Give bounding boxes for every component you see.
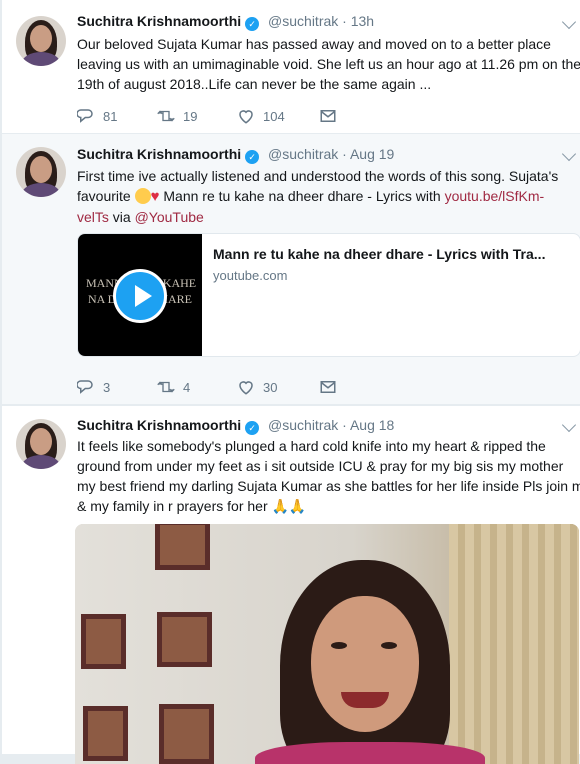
retweet-icon [157, 110, 175, 122]
envelope-icon [320, 381, 336, 393]
smiling-emoji-icon [134, 188, 151, 204]
tweet-header: Suchitra Krishnamoorthi ✓ @suchitrak · 13… [77, 13, 580, 33]
tweet-photo[interactable] [75, 524, 579, 764]
card-domain: youtube.com [213, 268, 288, 283]
timestamp[interactable]: Aug 18 [350, 417, 394, 433]
retweet-button[interactable]: 19 [157, 106, 197, 126]
verified-badge-icon: ✓ [245, 421, 260, 435]
like-count: 30 [263, 379, 278, 395]
author-name[interactable]: Suchitra Krishnamoorthi [77, 417, 241, 433]
author-handle[interactable]: @suchitrak [268, 417, 338, 433]
heart-icon [239, 110, 253, 124]
timestamp[interactable]: 13h [351, 13, 374, 29]
wall-frame [157, 612, 212, 667]
retweet-count: 4 [183, 379, 191, 395]
tweet-actions: 3 4 30 [77, 377, 347, 397]
author-name[interactable]: Suchitra Krishnamoorthi [77, 13, 241, 29]
play-icon[interactable] [113, 269, 167, 323]
avatar[interactable] [16, 16, 66, 66]
red-heart-emoji-icon: ♥ [150, 188, 160, 205]
avatar[interactable] [16, 147, 66, 197]
envelope-icon [320, 110, 336, 122]
wall-frame [159, 704, 214, 764]
avatar[interactable] [16, 419, 66, 469]
reply-icon [77, 109, 93, 123]
card-title[interactable]: Mann re tu kahe na dheer dhare - Lyrics … [213, 246, 545, 262]
tweet-actions: 81 19 104 [77, 106, 347, 126]
like-button[interactable]: 104 [237, 106, 285, 126]
retweet-count: 19 [183, 108, 198, 124]
folded-hands-emoji-icon: 🙏🙏 [271, 498, 307, 514]
youtube-mention[interactable]: @YouTube [135, 209, 204, 225]
separator: · [342, 417, 347, 433]
author-handle[interactable]: @suchitrak [268, 13, 338, 29]
tweet-text: First time ive actually listened and und… [77, 168, 559, 225]
youtube-link-cont[interactable]: velTs [77, 209, 109, 225]
tweet-header: Suchitra Krishnamoorthi ✓ @suchitrak · Au… [77, 146, 580, 166]
video-thumbnail[interactable]: MANN RE TU KAHE NA DHEER DHARE [78, 234, 202, 356]
direct-message-button[interactable] [319, 106, 337, 126]
reply-count: 81 [103, 108, 118, 124]
author-name[interactable]: Suchitra Krishnamoorthi [77, 146, 241, 162]
reply-count: 3 [103, 379, 111, 395]
tweet-text: Our beloved Sujata Kumar has passed away… [77, 36, 580, 92]
verified-badge-icon: ✓ [245, 17, 260, 31]
tweet-1[interactable]: Suchitra Krishnamoorthi ✓ @suchitrak · 13… [2, 0, 580, 134]
youtube-link[interactable]: youtu.be/lSfKm- [445, 188, 545, 204]
wall-frame [155, 524, 210, 570]
separator: · [342, 13, 347, 29]
like-count: 104 [263, 108, 285, 124]
reply-button[interactable]: 3 [77, 377, 110, 397]
reply-button[interactable]: 81 [77, 106, 117, 126]
tweet-2[interactable]: Suchitra Krishnamoorthi ✓ @suchitrak · Au… [2, 134, 580, 405]
separator: · [342, 146, 347, 162]
tweet-header: Suchitra Krishnamoorthi ✓ @suchitrak · Au… [77, 417, 580, 437]
wall-frame [81, 614, 126, 669]
link-preview-card[interactable]: MANN RE TU KAHE NA DHEER DHARE Mann re t… [77, 233, 580, 357]
direct-message-button[interactable] [319, 377, 337, 397]
retweet-button[interactable]: 4 [157, 377, 190, 397]
author-handle[interactable]: @suchitrak [268, 146, 338, 162]
retweet-icon [157, 381, 175, 393]
reply-icon [77, 380, 93, 394]
curtain [449, 524, 579, 764]
timestamp[interactable]: Aug 19 [350, 146, 394, 162]
verified-badge-icon: ✓ [245, 150, 260, 164]
tweet-text: It feels like somebody's plunged a hard … [77, 438, 580, 514]
like-button[interactable]: 30 [237, 377, 277, 397]
wall-frame [83, 706, 128, 761]
heart-icon [239, 381, 253, 395]
